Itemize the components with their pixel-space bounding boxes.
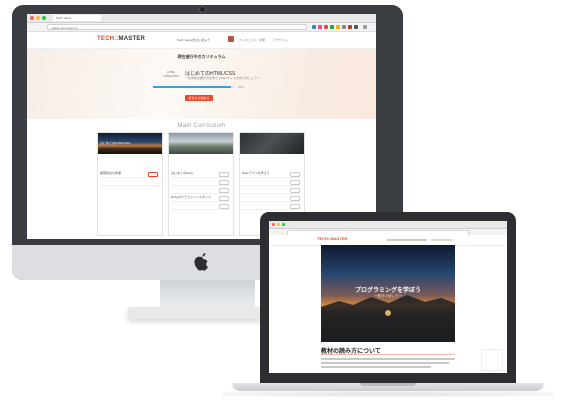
- address-bar[interactable]: master.tech-camp.in: [47, 24, 307, 30]
- status-badge: [148, 172, 158, 177]
- lesson-title: Rubyのクラスとインスタンス: [171, 195, 211, 199]
- text-line: [321, 362, 449, 364]
- text-line: [321, 358, 455, 360]
- card-image: [169, 133, 233, 154]
- apple-logo-icon: [193, 252, 211, 272]
- extension-icon[interactable]: [324, 25, 328, 29]
- course-badge-bottom: HTML/CSS: [163, 74, 179, 78]
- lesson-row[interactable]: [242, 178, 300, 186]
- lesson-title: Railsアプリを作ろう: [242, 171, 270, 175]
- hero-title: プログラミングを学ぼう: [354, 288, 421, 294]
- section-title: Main Curriculum: [177, 123, 226, 129]
- maximize-window-icon[interactable]: [282, 223, 285, 226]
- minimize-window-icon[interactable]: [277, 223, 280, 226]
- nav-item[interactable]: [387, 239, 427, 241]
- lesson-row[interactable]: はじめてのRuby: [171, 170, 229, 178]
- curriculum-card[interactable]: はじめてのRuby Rubyのクラスとインスタンス: [168, 132, 234, 236]
- extension-icon[interactable]: [336, 25, 340, 29]
- extension-icon[interactable]: [348, 25, 352, 29]
- hero-subtitle: ー教材の使い方ー: [374, 294, 402, 298]
- status-badge: [219, 204, 229, 209]
- extension-icon[interactable]: [354, 25, 358, 29]
- extension-icon[interactable]: [312, 25, 316, 29]
- text-line: [321, 366, 431, 368]
- status-badge: [219, 196, 229, 201]
- browser-tab[interactable]: Tech::camp: [53, 15, 101, 21]
- site-logo[interactable]: TECH::MASTER: [97, 36, 145, 42]
- extension-icon[interactable]: [318, 25, 322, 29]
- status-badge: [290, 180, 300, 185]
- course-progress-fill: [153, 86, 231, 88]
- imac-screen: Tech::camp master.tech-camp.in TECH::MAS…: [27, 14, 376, 239]
- lesson-row[interactable]: [171, 178, 229, 186]
- imac-stand-neck: [160, 280, 255, 310]
- progress-label: 95%: [238, 85, 245, 89]
- lesson-row[interactable]: [171, 186, 229, 194]
- extension-icon[interactable]: [342, 25, 346, 29]
- close-window-icon[interactable]: [272, 223, 275, 226]
- status-badge: [290, 204, 300, 209]
- nav-item-getting-started[interactable]: Tech::campをはじめよう: [177, 38, 210, 42]
- minimize-window-icon[interactable]: [36, 16, 40, 20]
- status-badge: [290, 172, 300, 177]
- divider: [321, 354, 455, 355]
- lesson-row[interactable]: [100, 178, 158, 186]
- status-badge: [290, 188, 300, 193]
- course-progress-bar: [153, 86, 235, 88]
- course-badge: HTML HTML/CSS: [159, 70, 183, 80]
- card-image: はじめてのHTML/CSS: [98, 133, 162, 154]
- curriculum-card[interactable]: はじめてのHTML/CSS 開発環境の準備: [97, 132, 163, 236]
- lesson-row[interactable]: Railsアプリを作ろう: [242, 170, 300, 178]
- lesson-row[interactable]: [242, 194, 300, 202]
- nav-item-question[interactable]: 質問: [259, 38, 265, 42]
- close-window-icon[interactable]: [30, 16, 34, 20]
- card-image: [240, 133, 304, 154]
- status-badge: [219, 180, 229, 185]
- status-badge: [290, 196, 300, 201]
- macbook-shadow: [222, 391, 554, 397]
- course-subtitle: ー基本的な書き方を学んでWebサイトを作りましょうー: [185, 76, 260, 80]
- lesson-row[interactable]: [171, 202, 229, 210]
- nav-item-account[interactable]: アカウント: [273, 38, 288, 42]
- lesson-title: はじめてのRuby: [171, 171, 194, 175]
- card-image-caption: はじめてのHTML/CSS: [100, 141, 131, 145]
- status-badge: [219, 188, 229, 193]
- macbook-screen: TECH::MASTER プログラミングを学ぼう ー教材の使い方ー 教材の読み方…: [269, 221, 507, 373]
- logo-secondary: MASTER: [118, 36, 146, 42]
- continue-button[interactable]: 続きから始める: [185, 95, 213, 101]
- nav-item-curriculum[interactable]: カリキュラム: [239, 38, 257, 42]
- avatar[interactable]: [228, 36, 234, 42]
- camera-icon: [199, 6, 206, 13]
- browser-tabbar: [269, 221, 507, 229]
- lesson-row[interactable]: Rubyのクラスとインスタンス: [171, 194, 229, 202]
- lesson-row[interactable]: [242, 186, 300, 194]
- sidebar-widget: [481, 349, 503, 371]
- menu-icon[interactable]: [363, 25, 367, 29]
- maximize-window-icon[interactable]: [42, 16, 46, 20]
- extension-icon[interactable]: [330, 25, 334, 29]
- lesson-row[interactable]: 開発環境の準備: [100, 170, 158, 178]
- status-badge: [219, 172, 229, 177]
- hero-title: 現在進行中のカリキュラム: [177, 54, 226, 59]
- macbook-notch: [360, 383, 416, 386]
- lesson-title: 開発環境の準備: [100, 171, 122, 175]
- site-logo[interactable]: TECH::MASTER: [317, 236, 347, 241]
- logo-primary: TECH::: [97, 36, 119, 42]
- nav-item[interactable]: [431, 239, 453, 241]
- lesson-row[interactable]: [242, 202, 300, 210]
